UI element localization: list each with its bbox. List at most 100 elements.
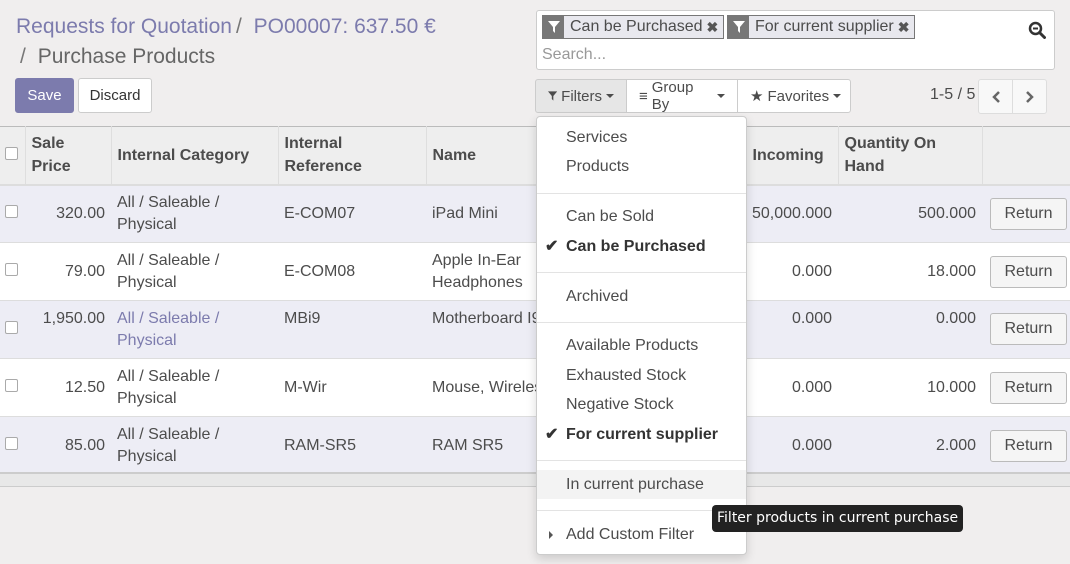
breadcrumb-rfq-link[interactable]: Requests for Quotation — [16, 15, 232, 38]
filter-option-in-current-purchase[interactable]: In current purchase — [537, 470, 746, 499]
filter-option-label: Services — [566, 129, 628, 146]
search-facet-current-supplier: For current supplier ✖ — [727, 15, 916, 39]
incoming-cell: 50,000.000 — [746, 184, 838, 243]
header-line: Sale — [31, 135, 65, 153]
row-checkbox[interactable] — [5, 262, 18, 276]
filter-option-negative-stock[interactable]: Negative Stock — [537, 390, 746, 419]
filter-option-services[interactable]: Services — [537, 123, 746, 152]
products-list: Sale Price Internal Category Internal Refe… — [0, 126, 1070, 475]
action-cell: Return — [982, 416, 1070, 475]
menu-divider — [537, 322, 746, 323]
menu-divider — [537, 272, 746, 273]
column-header-actions — [982, 126, 1070, 186]
reference-cell: E-COM07 — [278, 184, 426, 243]
pager-next-button[interactable] — [1012, 79, 1047, 114]
search-options-icon[interactable] — [1028, 21, 1046, 39]
search-input[interactable] — [542, 44, 1012, 66]
reference-cell: M-Wir — [278, 358, 426, 417]
action-cell: Return — [982, 242, 1070, 301]
header-line: Price — [31, 158, 71, 176]
category-cell: All / Saleable / Physical — [111, 416, 278, 475]
table-row[interactable]: 12.50 All / Saleable / Physical M-Wir Mouse… — [0, 358, 1070, 417]
column-header-internal-category[interactable]: Internal Category — [111, 126, 279, 186]
column-header-qty-on-hand[interactable]: Quantity On Hand — [838, 126, 983, 186]
category-cell: All / Saleable / Physical — [111, 358, 278, 417]
filter-option-exhausted-stock[interactable]: Exhausted Stock — [537, 361, 746, 390]
row-select-cell — [0, 184, 25, 243]
filter-option-can-be-sold[interactable]: Can be Sold — [537, 202, 746, 231]
filter-option-label: Add Custom Filter — [566, 526, 695, 543]
action-cell: Return — [982, 358, 1070, 417]
checkmark-icon: ✔ — [545, 426, 559, 443]
discard-button[interactable]: Discard — [78, 78, 152, 113]
search-facet-can-be-purchased: Can be Purchased ✖ — [542, 15, 725, 39]
favorites-button[interactable]: ★ Favorites — [737, 79, 851, 113]
return-button[interactable]: Return — [990, 197, 1067, 230]
sale-price-cell: 320.00 — [25, 184, 111, 243]
caret-down-icon — [606, 94, 614, 98]
select-all-header — [0, 126, 26, 186]
header-line: Internal — [284, 135, 343, 153]
table-row[interactable]: 1,950.00 All / Saleable / Physical MBi9 Mot… — [0, 300, 1070, 359]
column-header-name[interactable]: Name — [426, 126, 537, 186]
incoming-cell: 0.000 — [746, 300, 838, 359]
save-button[interactable]: Save — [15, 78, 74, 113]
sale-price-cell: 85.00 — [25, 416, 111, 475]
category-cell: All / Saleable / Physical — [111, 242, 278, 301]
qty-on-hand-cell: 0.000 — [838, 300, 982, 359]
incoming-cell: 0.000 — [746, 242, 838, 301]
filter-option-available-products[interactable]: Available Products — [537, 331, 746, 360]
filter-icon — [548, 91, 558, 101]
table-footer — [0, 472, 1070, 487]
row-checkbox[interactable] — [5, 436, 18, 450]
chevron-left-icon — [991, 90, 1000, 103]
incoming-cell: 0.000 — [746, 358, 838, 417]
category-cell[interactable]: All / Saleable / Physical — [111, 300, 278, 359]
group-by-label: Group By — [651, 79, 694, 113]
remove-facet-icon[interactable]: ✖ — [898, 16, 915, 38]
header-line: Reference — [284, 158, 362, 176]
return-button[interactable]: Return — [990, 371, 1067, 404]
return-button[interactable]: Return — [990, 255, 1067, 288]
qty-on-hand-cell: 18.000 — [838, 242, 982, 301]
filters-dropdown-menu: Services Products Can be Sold ✔ Can be Purch… — [536, 116, 747, 555]
filter-option-archived[interactable]: Archived — [537, 282, 746, 311]
column-header-internal-reference[interactable]: Internal Reference — [278, 126, 427, 186]
remove-facet-icon[interactable]: ✖ — [707, 16, 724, 38]
breadcrumb-line2: / Purchase Products — [16, 42, 436, 72]
list-icon: ≡ — [639, 87, 648, 105]
search-options-toolbar: Filters ≡ Group By ★ Favorites — [535, 79, 851, 113]
table-row[interactable]: 320.00 All / Saleable / Physical E-COM07 iP… — [0, 184, 1070, 243]
row-checkbox[interactable] — [5, 378, 18, 392]
table-row[interactable]: 79.00 All / Saleable / Physical E-COM08 App… — [0, 242, 1070, 301]
filter-option-products[interactable]: Products — [537, 152, 746, 181]
group-by-button[interactable]: ≡ Group By — [626, 79, 738, 113]
facet-label: Can be Purchased — [570, 18, 703, 35]
reference-cell: MBi9 — [278, 300, 426, 359]
row-select-cell — [0, 300, 25, 359]
name-cell: Mouse, Wireless — [426, 358, 536, 417]
tooltip: Filter products in current purchase — [712, 505, 964, 532]
sale-price-cell: 1,950.00 — [25, 300, 111, 359]
pager-previous-button[interactable] — [978, 79, 1013, 114]
select-all-checkbox[interactable] — [5, 146, 18, 160]
column-header-incoming[interactable]: Incoming — [746, 126, 839, 186]
name-cell: RAM SR5 — [426, 416, 536, 475]
breadcrumb-po-link[interactable]: PO00007: 637.50 € — [254, 15, 436, 38]
table-row[interactable]: 85.00 All / Saleable / Physical RAM-SR5 RAM… — [0, 416, 1070, 475]
filter-option-can-be-purchased[interactable]: ✔ Can be Purchased — [537, 232, 746, 261]
filters-button[interactable]: Filters — [535, 79, 627, 113]
row-checkbox[interactable] — [5, 204, 18, 218]
filter-option-label: Can be Sold — [566, 208, 655, 225]
checkmark-icon: ✔ — [545, 238, 559, 255]
filter-option-for-current-supplier[interactable]: ✔ For current supplier — [537, 420, 746, 449]
pager-value[interactable]: 1-5 / 5 — [930, 86, 975, 104]
return-button[interactable]: Return — [990, 313, 1067, 345]
filter-option-label: Can be Purchased — [566, 238, 706, 255]
breadcrumb: Requests for Quotation / PO00007: 637.50 … — [16, 12, 436, 72]
column-header-sale-price[interactable]: Sale Price — [25, 126, 112, 186]
return-button[interactable]: Return — [990, 429, 1067, 462]
caret-right-icon — [549, 531, 553, 539]
search-box[interactable]: Can be Purchased ✖ For current supplier … — [536, 10, 1055, 70]
row-checkbox[interactable] — [5, 320, 18, 334]
